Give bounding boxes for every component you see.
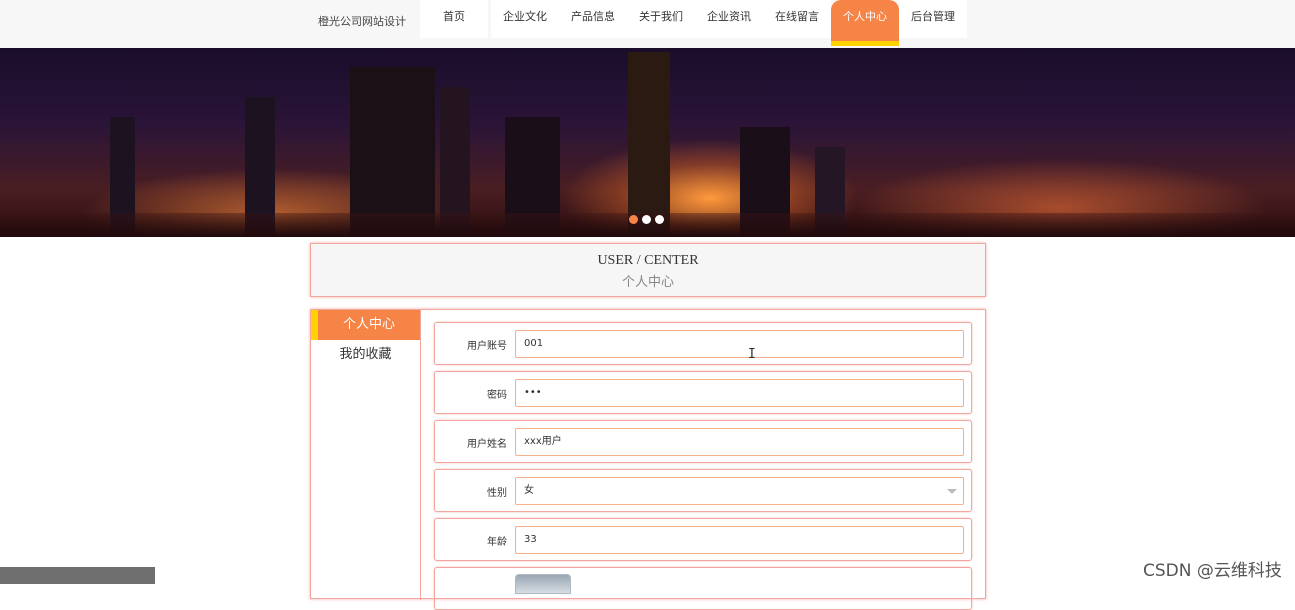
nav-admin[interactable]: 后台管理 [899,0,967,38]
password-label: 密码 [487,390,507,401]
user-center-heading: USER / CENTER 个人中心 [310,243,986,297]
banner-dot[interactable] [655,215,664,224]
sidebar-item-favorites[interactable]: 我的收藏 [311,340,420,370]
name-input[interactable]: xxx用户 [515,428,964,456]
chevron-down-icon [947,489,957,494]
form-row-name: 用户姓名 xxx用户 [434,420,972,463]
nav-messages[interactable]: 在线留言 [763,0,831,38]
password-input[interactable]: ••• [515,379,964,407]
nav-products[interactable]: 产品信息 [559,0,627,38]
user-center-panel: 个人中心 我的收藏 用户账号 001 密码 ••• 用户姓名 xxx用户 性别 … [310,309,986,610]
bottom-floating-tab[interactable] [0,567,155,584]
form-row-age: 年龄 33 [434,518,972,561]
heading-english: USER / CENTER [597,253,699,268]
hero-banner-city-night [0,48,1295,237]
nav-about[interactable]: 关于我们 [627,0,695,38]
nav-home[interactable]: 首页 [420,0,488,38]
banner-pagination [629,215,664,224]
nav-user-center[interactable]: 个人中心 [831,0,899,46]
banner-dot[interactable] [642,215,651,224]
sidebar: 个人中心 我的收藏 [311,310,421,600]
gender-value: 女 [524,485,534,496]
age-label: 年龄 [487,537,507,548]
nav-culture[interactable]: 企业文化 [491,0,559,38]
site-brand[interactable]: 橙光公司网站设计 [318,13,406,29]
watermark: CSDN @云维科技 [1143,561,1282,581]
sidebar-item-user-center[interactable]: 个人中心 [311,310,420,340]
banner-dot[interactable] [629,215,638,224]
account-input[interactable]: 001 [515,330,964,358]
gender-select[interactable]: 女 [515,477,964,505]
heading-chinese: 个人中心 [621,274,674,289]
form-row-account: 用户账号 001 [434,322,972,365]
name-label: 用户姓名 [467,439,507,450]
gender-label: 性别 [487,488,507,499]
nav-news[interactable]: 企业资讯 [695,0,763,38]
form-row-avatar [434,567,972,610]
top-navigation-bar: 橙光公司网站设计 首页 企业文化 产品信息 关于我们 企业资讯 在线留言 个人中… [0,0,1295,48]
account-label: 用户账号 [467,341,507,352]
avatar-image[interactable] [515,574,571,594]
age-input[interactable]: 33 [515,526,964,554]
form-row-password: 密码 ••• [434,371,972,414]
form-row-gender: 性别 女 [434,469,972,512]
text-cursor-icon: I [748,347,756,362]
main-nav: 首页 企业文化 产品信息 关于我们 企业资讯 在线留言 个人中心 后台管理 [420,0,967,46]
